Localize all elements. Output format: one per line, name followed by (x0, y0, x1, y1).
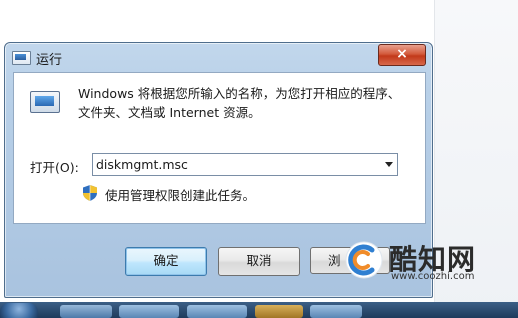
taskbar-item[interactable] (187, 305, 247, 318)
taskbar-item[interactable] (255, 305, 303, 318)
taskbar-item[interactable] (60, 305, 112, 318)
open-combobox[interactable] (92, 153, 398, 176)
dialog-description: Windows 将根据您所输入的名称，为您打开相应的程序、文件夹、文档或 Int… (78, 86, 401, 120)
window-title: 运行 (36, 53, 63, 68)
coozhi-logo-icon (345, 241, 383, 279)
ok-button[interactable]: 确定 (125, 247, 207, 276)
taskbar-item[interactable] (310, 305, 362, 318)
open-label: 打开(O): (30, 160, 79, 175)
start-button[interactable] (0, 303, 38, 318)
taskbar-item[interactable] (119, 305, 179, 318)
dialog-content: Windows 将根据您所输入的名称，为您打开相应的程序、文件夹、文档或 Int… (13, 72, 426, 224)
run-app-icon (12, 51, 31, 65)
cancel-button[interactable]: 取消 (218, 247, 300, 276)
uac-shield-icon (83, 185, 97, 201)
close-button[interactable]: × (378, 44, 426, 66)
title-bar[interactable]: 运行 × (5, 43, 432, 71)
watermark-url: www.coozhi.com (391, 271, 475, 282)
open-input[interactable] (93, 154, 376, 175)
admin-note: 使用管理权限创建此任务。 (105, 188, 256, 203)
chevron-down-icon[interactable] (385, 162, 393, 167)
run-app-icon (30, 91, 60, 113)
